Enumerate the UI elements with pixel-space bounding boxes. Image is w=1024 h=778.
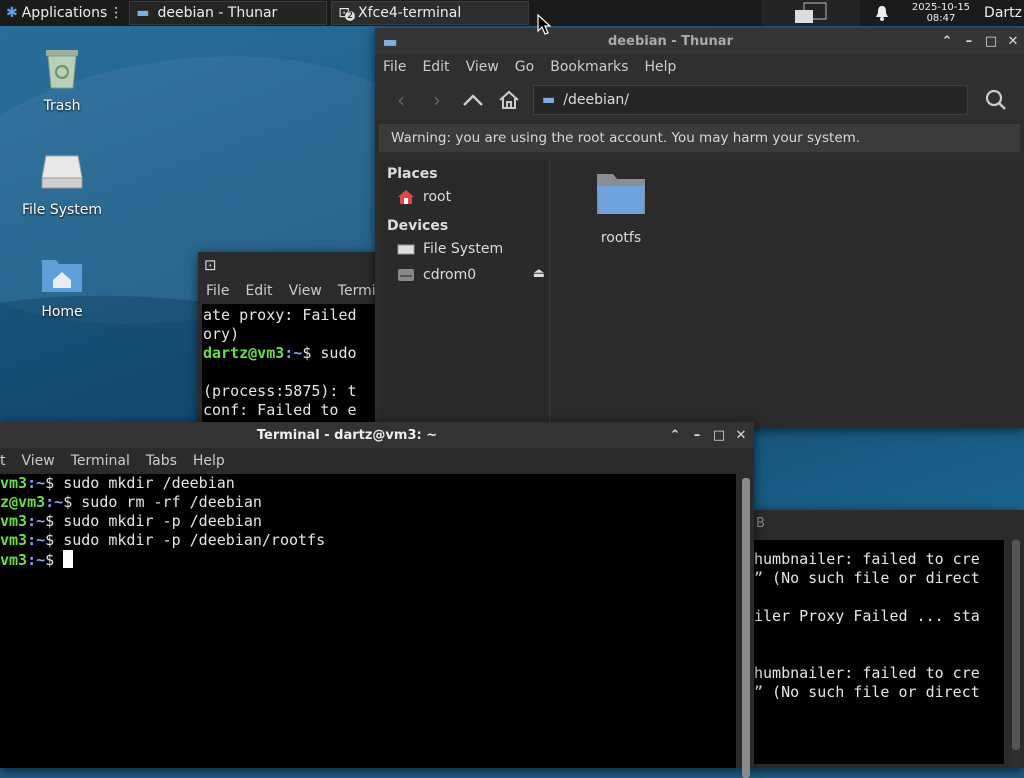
user-menu[interactable]: Dartz — [978, 0, 1024, 26]
file-item-rootfs[interactable]: rootfs — [581, 168, 661, 246]
trash-icon — [38, 44, 86, 92]
terminal-icon: ⊡ 2 — [338, 5, 355, 21]
folder-icon — [597, 174, 645, 214]
terminal-window-main[interactable]: Terminal - dartz@vm3: ~ ⌃ – □ ✕ t View T… — [0, 422, 754, 778]
optical-drive-icon — [398, 269, 414, 281]
menu-item-view[interactable]: View — [14, 453, 63, 469]
desktop-icon-home[interactable]: Home — [7, 250, 117, 320]
notification-bell-icon[interactable] — [860, 0, 904, 26]
terminal-window-back[interactable]: ⊡ File Edit View Termi ate proxy: Failed… — [198, 252, 378, 432]
folder-icon: ▬ — [542, 92, 556, 108]
sidebar-item-file-system[interactable]: File System — [379, 236, 549, 262]
drive-icon — [397, 244, 415, 255]
applications-menu-button[interactable]: ✱ Applications ⋮ — [0, 0, 129, 26]
terminal-output[interactable]: vm3:~$ sudo mkdir /deebian z@vm3:~$ sudo … — [0, 474, 736, 768]
desktop-icon-label: Trash — [43, 98, 81, 114]
folder-icon: ▬ — [136, 5, 150, 21]
root-warning-banner: Warning: you are using the root account.… — [379, 124, 1020, 152]
window-titlebar[interactable]: Terminal - dartz@vm3: ~ ⌃ – □ ✕ — [0, 422, 754, 448]
menu-bar: t View Terminal Tabs Help — [0, 448, 754, 474]
scrollbar-thumb[interactable] — [742, 478, 750, 778]
menu-item[interactable]: View — [281, 283, 330, 299]
window-shade-button[interactable]: ⌃ — [936, 34, 958, 49]
terminal-cursor — [63, 550, 74, 568]
forward-button[interactable]: › — [419, 84, 455, 116]
desktop-icon-label: Home — [41, 304, 83, 320]
location-bar[interactable]: ▬ /deebian/ — [533, 85, 968, 115]
window-close-button[interactable]: ✕ — [1002, 34, 1024, 49]
tab-label[interactable]: B — [756, 516, 765, 531]
back-button[interactable]: ‹ — [383, 84, 419, 116]
menu-item[interactable]: File — [198, 283, 237, 299]
terminal-output[interactable]: humbnailer: failed to cre” (No such file… — [754, 540, 1004, 764]
terminal-line: vm3:~$ sudo mkdir -p /deebian/rootfs — [0, 531, 326, 549]
scrollbar[interactable] — [742, 478, 750, 778]
menu-item-tabs[interactable]: Tabs — [138, 453, 185, 469]
taskbar-item-terminal[interactable]: ⊡ 2 Xfce4-terminal — [331, 1, 530, 25]
menu-item-terminal[interactable]: Terminal — [63, 453, 138, 469]
terminal-icon: ⊡ — [204, 256, 217, 274]
scrollbar[interactable] — [1012, 540, 1020, 768]
clock[interactable]: 2025-10-15 08:47 — [904, 0, 978, 26]
sidebar-item-root[interactable]: root — [379, 184, 549, 210]
menu-item-bookmarks[interactable]: Bookmarks — [542, 59, 636, 75]
devices-heading: Devices — [387, 218, 449, 234]
terminal-line: vm3:~$ — [0, 550, 736, 570]
places-heading: Places — [387, 166, 438, 182]
menu-item-edit[interactable]: t — [0, 453, 14, 469]
window-title: Terminal - dartz@vm3: ~ — [256, 427, 438, 443]
window-minimize-button[interactable]: – — [686, 428, 708, 443]
eject-icon[interactable]: ⏏ — [533, 266, 545, 281]
home-button[interactable] — [491, 84, 527, 116]
home-red-icon — [398, 190, 414, 204]
clock-date: 2025-10-15 — [911, 2, 971, 13]
file-view[interactable]: rootfs — [551, 160, 1024, 428]
home-folder-icon — [38, 250, 86, 298]
workspace-icon — [794, 2, 827, 23]
toolbar: ‹ › ▬ /deebian/ — [375, 80, 1024, 120]
window-minimize-button[interactable]: – — [958, 34, 980, 49]
terminal-line: vm3:~$ sudo mkdir /deebian — [0, 474, 235, 492]
menu-bar: File Edit View Termi — [198, 278, 378, 304]
desktop-icon-label: File System — [21, 202, 103, 218]
menu-bar: File Edit View Go Bookmarks Help — [375, 54, 1024, 80]
location-path: /deebian/ — [563, 92, 630, 108]
menu-item-file[interactable]: File — [375, 59, 414, 75]
window-close-button[interactable]: ✕ — [730, 428, 752, 443]
window-shade-button[interactable]: ⌃ — [664, 428, 686, 443]
chevron-up-icon — [463, 94, 483, 106]
menu-item-go[interactable]: Go — [507, 59, 542, 75]
terminal-line: z@vm3:~$ sudo rm -rf /deebian — [0, 493, 262, 511]
top-panel: ✱ Applications ⋮ ▬ deebian - Thunar ⊡ 2 X… — [0, 0, 1024, 26]
sidebar-item-cdrom0[interactable]: cdrom0 ⏏ — [379, 262, 549, 288]
menu-item-help[interactable]: Help — [185, 453, 233, 469]
window-titlebar[interactable]: ▬ deebian - Thunar ⌃ – □ ✕ — [375, 28, 1024, 54]
terminal-output[interactable]: ate proxy: Failed ory) dartz@vm3:~$ sudo (… — [202, 304, 378, 432]
terminal-window-right[interactable]: B humbnailer: failed to cre” (No such fi… — [750, 510, 1024, 768]
window-maximize-button[interactable]: □ — [980, 34, 1002, 49]
side-pane: Places root Devices File System cdrom0 ⏏ — [379, 160, 550, 428]
menu-item-help[interactable]: Help — [636, 59, 684, 75]
search-button[interactable] — [978, 84, 1014, 116]
folder-icon: ▬ — [382, 31, 398, 51]
thunar-window[interactable]: ▬ deebian - Thunar ⌃ – □ ✕ File Edit Vie… — [375, 28, 1024, 428]
search-icon — [985, 89, 1006, 110]
clock-time: 08:47 — [926, 13, 956, 24]
desktop-icon-file-system[interactable]: File System — [7, 148, 117, 218]
menu-item-view[interactable]: View — [458, 59, 507, 75]
workspace-switcher[interactable] — [761, 0, 860, 26]
drive-icon — [38, 148, 86, 196]
up-button[interactable] — [455, 84, 491, 116]
desktop-icon-trash[interactable]: Trash — [7, 44, 117, 114]
terminal-line: vm3:~$ sudo mkdir -p /deebian — [0, 512, 262, 530]
window-maximize-button[interactable]: □ — [708, 428, 730, 443]
mouse-pointer-icon — [537, 14, 551, 35]
window-title: deebian - Thunar — [608, 33, 733, 49]
menu-item-edit[interactable]: Edit — [414, 59, 457, 75]
xfce-logo-icon: ✱ — [6, 5, 18, 21]
menu-item[interactable]: Edit — [237, 283, 280, 299]
home-icon — [499, 90, 519, 109]
taskbar-item-thunar[interactable]: ▬ deebian - Thunar — [129, 1, 328, 25]
